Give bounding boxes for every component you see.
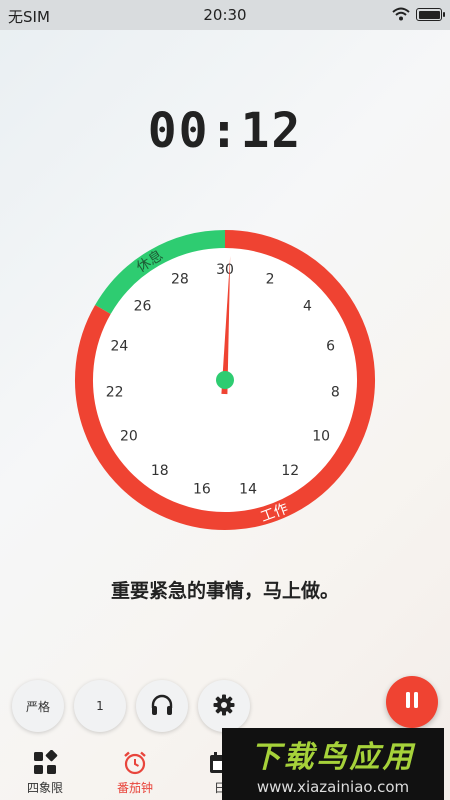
tab-pomodoro[interactable]: 番茄钟 [95,750,175,796]
dial-number: 14 [239,482,257,498]
dial-number: 6 [326,339,335,355]
status-time: 20:30 [203,6,247,24]
watermark-banner: 下载鸟应用 www.xiazainiao.com [222,728,444,800]
dial-number: 24 [111,339,129,355]
dial-number: 12 [281,463,299,479]
gear-icon [213,694,235,719]
count-button[interactable]: 1 [74,680,126,732]
dial-number: 30 [216,262,234,278]
controls-row: 严格 1 [0,676,450,732]
pomodoro-dial[interactable]: 30246810121416182022242628 休息工作 [70,225,380,535]
pause-icon [403,691,421,713]
dial-center-knob[interactable] [216,371,234,389]
dial-number: 26 [134,299,152,315]
headphones-icon [150,694,174,719]
tab-label-quadrant: 四象限 [26,781,63,795]
settings-button[interactable] [198,680,250,732]
dial-number: 2 [266,272,275,288]
count-label: 1 [96,699,104,713]
battery-icon [416,8,445,21]
dial-number: 10 [312,429,330,445]
mode-label: 严格 [25,699,50,714]
sound-button[interactable] [136,680,188,732]
mode-button[interactable]: 严格 [12,680,64,732]
task-description: 重要紧急的事情，马上做。 [110,580,339,602]
dial-number: 22 [106,385,124,401]
wifi-icon [392,7,410,25]
tab-label-pomodoro: 番茄钟 [116,781,153,795]
dial-number: 20 [120,429,138,445]
grid-icon [32,749,58,776]
watermark-url: www.xiazainiao.com [256,778,410,796]
watermark-title: 下载鸟应用 [250,740,416,775]
dial-number: 8 [331,385,340,401]
dial-number: 4 [303,299,312,315]
timer-display: 00:12 [147,103,303,159]
tab-quadrant[interactable]: 四象限 [5,749,85,796]
dial-number: 18 [151,463,169,479]
dial-number: 16 [193,482,211,498]
alarm-clock-icon [122,750,148,776]
dial-number: 28 [171,272,189,288]
status-bar: 无SIM 20:30 [0,0,450,30]
pause-button[interactable] [386,676,438,728]
